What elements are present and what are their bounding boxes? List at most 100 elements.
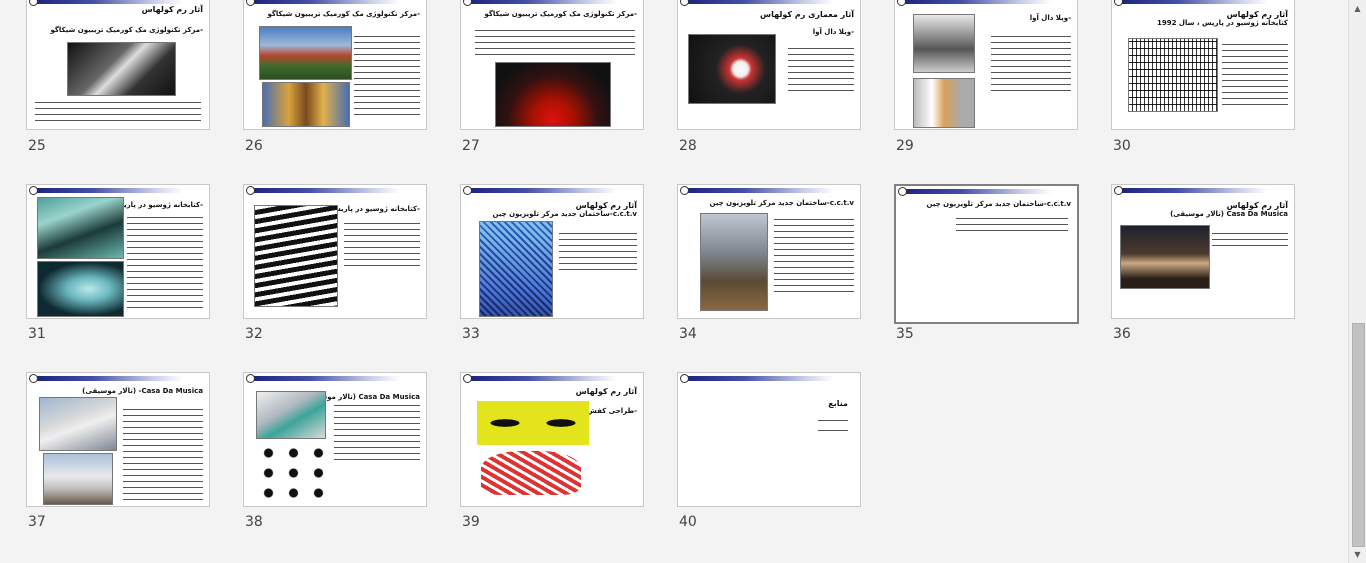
slide-title: آثار رم کولهاس [1226,10,1288,19]
slide-image [913,14,975,73]
slide-subtitle: Casa Da Musica (تالار موسیقی) [1170,210,1288,218]
slide-body-text [1212,231,1288,251]
slide-image [67,42,176,96]
slide-image [43,453,113,505]
slide-thumbnail-32[interactable]: -کتابخانه ژوسیو در پاریس 32 [243,184,427,342]
slide-number: 34 [679,326,697,342]
vertical-scrollbar[interactable]: ▲ ▼ [1348,0,1366,563]
slide-subtitle: -ویلا دال آوا [1029,14,1071,22]
slide-thumbnail-33[interactable]: آثار رم کولهاس c.c.t.v-ساختمان جدید مرکز… [460,184,644,342]
slide-image [37,197,124,259]
scroll-down-icon[interactable]: ▼ [1349,546,1366,563]
slide-image [259,26,352,80]
slide-thumbnail-28[interactable]: آثار معماری رم کولهاس -ویلا دال آوا 28 [677,0,861,154]
slide-subtitle: -کتابخانه ژوسیو در پاریس [331,205,420,213]
slide-thumbnail-27[interactable]: -مرکز تکنولوژی مک کورمیک تریبیون شیکاگو … [460,0,644,154]
slide-image [256,391,326,439]
slide-body-text [35,100,201,124]
slide-body-text [127,215,203,311]
slide-number: 29 [896,138,914,154]
slide-body-text [1222,42,1288,106]
slide-body-text [334,403,420,463]
logo-icon [29,374,38,383]
slide-subtitle: Casa Da Musica- (تالار موسیقی) [82,387,203,395]
slide-image [479,221,553,317]
slide-number: 25 [28,138,46,154]
slide-body-text [956,216,1068,236]
logo-icon [680,374,689,383]
slide-title: آثار رم کولهاس [575,201,637,210]
slide-title: منابع [828,399,848,408]
slide-image [700,213,768,311]
slide-thumbnail-39[interactable]: آثار رم کولهاس -طراحی کفش 39 [460,372,644,530]
slide-subtitle: -طراحی کفش [587,407,637,415]
logo-icon [680,0,689,6]
logo-icon [246,0,255,6]
slide-image [913,78,975,128]
slide-number: 26 [245,138,263,154]
slide-subtitle: c.c.t.v-ساختمان جدید مرکز تلویزیون چین [492,210,637,218]
slide-number: 40 [679,514,697,530]
logo-icon [897,0,906,6]
slide-thumbnail-38[interactable]: Casa Da Musica (تالار موسیقی) 38 [243,372,427,530]
logo-icon [463,186,472,195]
slide-image [39,397,117,451]
slide-number: 33 [462,326,480,342]
slide-thumbnail-30[interactable]: آثار رم کولهاس کتابخانه ژوسیو در پاریس ،… [1111,0,1295,154]
slide-subtitle: کتابخانه ژوسیو در پاریس ، سال 1992 [1156,19,1288,27]
slide-subtitle: -کتابخانه ژوسیو در پاریس [114,201,203,209]
slide-title: آثار رم کولهاس [141,5,203,14]
slide-thumbnail-35[interactable]: c.c.t.v-ساختمان جدید مرکز تلویزیون چین 3… [894,184,1079,342]
slide-number: 38 [245,514,263,530]
slide-image [481,451,581,495]
logo-icon [680,186,689,195]
slide-thumbnail-26[interactable]: -مرکز تکنولوژی مک کورمیک تریبیون شیکاگو … [243,0,427,154]
slide-subtitle: -مرکز تکنولوژی مک کورمیک تریبیون شیکاگو [267,10,420,18]
slide-body-text [991,34,1071,94]
slide-body-text [344,221,420,271]
slide-title: آثار معماری رم کولهاس [760,10,854,19]
slide-number: 30 [1113,138,1131,154]
slide-thumbnail-25[interactable]: آثار رم کولهاس -مرکز تکنولوژی مک کورمیک … [26,0,210,154]
logo-icon [463,0,472,6]
slide-thumbnail-40[interactable]: منابع 40 [677,372,861,530]
slide-number: 31 [28,326,46,342]
slide-title: آثار رم کولهاس [1226,201,1288,210]
slide-body-text [123,407,203,501]
slide-title: آثار رم کولهاس [575,387,637,396]
slide-image [256,443,332,501]
slide-image [262,82,350,127]
scroll-up-icon[interactable]: ▲ [1349,0,1366,17]
slide-number: 28 [679,138,697,154]
slide-body-text [774,217,854,297]
slide-number: 37 [28,514,46,530]
slide-body-text [559,231,637,271]
slide-thumbnail-34[interactable]: c.c.t.v-ساختمان جدید مرکز تلویزیون چین 3… [677,184,861,342]
slide-thumbnail-31[interactable]: -کتابخانه ژوسیو در پاریس 31 [26,184,210,342]
slide-number: 39 [462,514,480,530]
slide-subtitle: -مرکز تکنولوژی مک کورمیک تریبیون شیکاگو [484,10,637,18]
slide-image [688,34,776,104]
slide-body-text [788,46,854,96]
logo-icon [898,187,907,196]
slide-image [495,62,611,127]
slide-thumbnail-37[interactable]: Casa Da Musica- (تالار موسیقی) 37 [26,372,210,530]
slide-subtitle: c.c.t.v-ساختمان جدید مرکز تلویزیون چین [926,200,1071,208]
logo-icon [29,186,38,195]
selected-slide[interactable]: c.c.t.v-ساختمان جدید مرکز تلویزیون چین [894,184,1079,324]
slide-image [477,401,589,445]
slide-image [1120,225,1210,289]
slide-number: 35 [896,326,914,342]
slide-image [37,261,124,317]
slide-image [1128,38,1218,112]
slide-number: 27 [462,138,480,154]
logo-icon [246,374,255,383]
slide-thumbnail-29[interactable]: -ویلا دال آوا 29 [894,0,1078,154]
slide-image [254,205,338,307]
slide-thumbnail-36[interactable]: آثار رم کولهاس Casa Da Musica (تالار موس… [1111,184,1295,342]
scrollbar-thumb[interactable] [1352,323,1365,547]
slide-subtitle: c.c.t.v-ساختمان جدید مرکز تلویزیون چین [709,199,854,207]
logo-icon [29,0,38,6]
slide-body-text [354,34,420,116]
logo-icon [246,186,255,195]
